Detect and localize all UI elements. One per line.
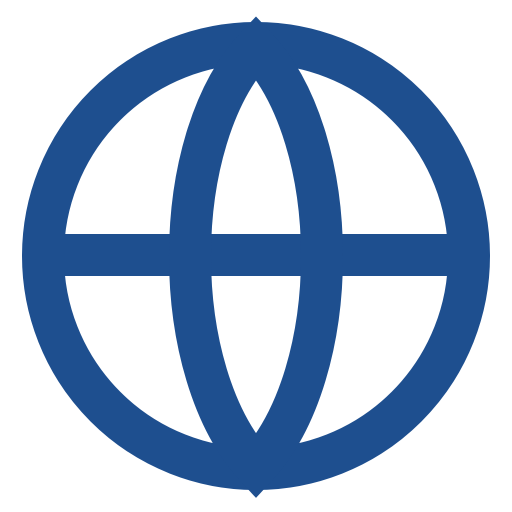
globe-icon xyxy=(0,0,512,512)
globe-icon-svg xyxy=(22,16,490,498)
icon-canvas xyxy=(0,0,512,512)
